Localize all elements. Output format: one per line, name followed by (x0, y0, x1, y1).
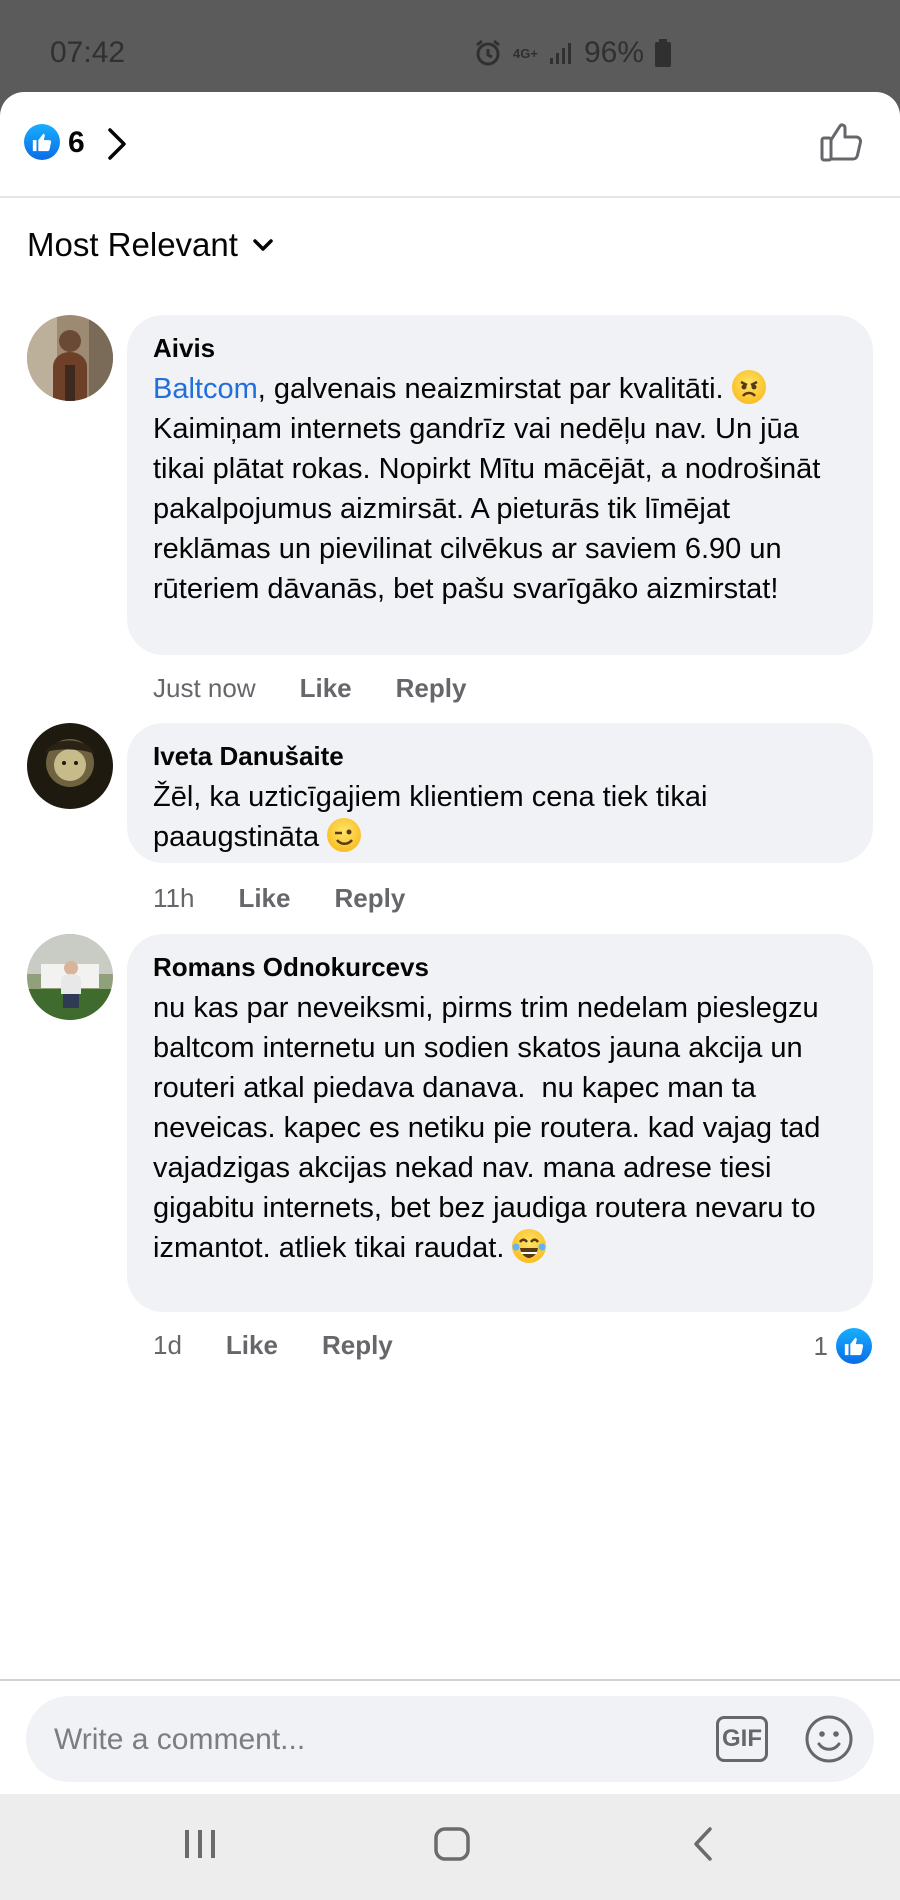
reply-link[interactable]: Reply (396, 673, 467, 704)
comment-bubble[interactable]: Iveta Danušaite Žēl, ka uzticīgajiem kli… (127, 723, 873, 863)
comment-input[interactable] (52, 1696, 656, 1784)
back-icon[interactable] (686, 1824, 718, 1864)
avatar[interactable] (27, 723, 113, 809)
mention-link[interactable]: Baltcom (153, 373, 258, 405)
battery-icon (655, 39, 671, 67)
like-link[interactable]: Like (226, 1330, 278, 1361)
alarm-icon (476, 39, 500, 66)
signal-icon (549, 43, 571, 64)
comment-author[interactable]: Iveta Danušaite (153, 739, 847, 773)
comment-author[interactable]: Romans Odnokurcevs (153, 950, 847, 984)
home-icon[interactable] (432, 1824, 472, 1864)
comment-author[interactable]: Aivis (153, 331, 847, 365)
comment-text: Žēl, ka uzticīgajiem klientiem cena tiek… (153, 777, 847, 857)
thumbs-up-outline-icon[interactable] (818, 118, 866, 166)
battery-label: 96% (583, 36, 644, 69)
angry-face-emoji (731, 370, 766, 404)
comment-text-part: , galvenais neaizmirstat par kvalitāti. (257, 373, 732, 405)
comment-time[interactable]: 11h (153, 883, 194, 914)
comment-text: Baltcom, galvenais neaizmirstat par kval… (153, 369, 847, 609)
chevron-right-icon[interactable] (106, 124, 130, 164)
winking-face-emoji (327, 818, 362, 852)
chevron-down-icon[interactable] (252, 238, 274, 252)
divider (0, 1679, 900, 1681)
status-time: 07:42 (50, 36, 126, 69)
status-icons: 4G+ 96% (473, 36, 672, 70)
avatar[interactable] (27, 315, 113, 401)
comment-time[interactable]: 1d (153, 1330, 182, 1361)
comment-text-part: Kaimiņam internets gandrīz vai nedēļu na… (153, 413, 829, 605)
sort-label[interactable]: Most Relevant (27, 226, 238, 264)
reactions-header: 6 (0, 92, 900, 198)
like-link[interactable]: Like (300, 673, 352, 704)
comment-text-part: nu kas par neveiksmi, pirms trim nedelam… (153, 992, 829, 1264)
network-label: 4G+ (513, 45, 538, 61)
smiley-icon[interactable] (804, 1714, 854, 1764)
comment-bubble[interactable]: Aivis Baltcom, galvenais neaizmirstat pa… (127, 315, 873, 655)
reaction-count[interactable]: 6 (68, 126, 85, 160)
status-bar: 07:42 4G+ 96% (0, 0, 900, 92)
avatar[interactable] (27, 934, 113, 1020)
comment-composer[interactable]: GIF (26, 1696, 874, 1784)
comment-time[interactable]: Just now (153, 673, 256, 704)
comment-bubble[interactable]: Romans Odnokurcevs nu kas par neveiksmi,… (127, 934, 873, 1312)
comment-actions: 1d Like Reply (153, 1330, 393, 1361)
thumbs-up-icon[interactable] (24, 124, 60, 160)
comment-reaction-summary[interactable]: 1 (814, 1328, 872, 1364)
comment-text-part: Žēl, ka uzticīgajiem klientiem cena tiek… (153, 781, 716, 853)
comments-sheet: 6 Most Relevant Aivis Baltcom, galvenais… (0, 92, 900, 1900)
comment-text: nu kas par neveiksmi, pirms trim nedelam… (153, 988, 847, 1268)
system-nav-bar (0, 1794, 900, 1900)
sort-selector[interactable]: Most Relevant (27, 226, 274, 264)
recent-apps-icon[interactable] (181, 1824, 219, 1864)
comment-reaction-count[interactable]: 1 (814, 1331, 828, 1362)
reply-link[interactable]: Reply (322, 1330, 393, 1361)
gif-button[interactable]: GIF (716, 1716, 768, 1762)
comment-actions: Just now Like Reply (153, 673, 466, 704)
tears-of-joy-emoji (512, 1229, 547, 1263)
like-link[interactable]: Like (238, 883, 290, 914)
comment-actions: 11h Like Reply (153, 883, 405, 914)
thumbs-up-icon[interactable] (836, 1328, 872, 1364)
reply-link[interactable]: Reply (334, 883, 405, 914)
